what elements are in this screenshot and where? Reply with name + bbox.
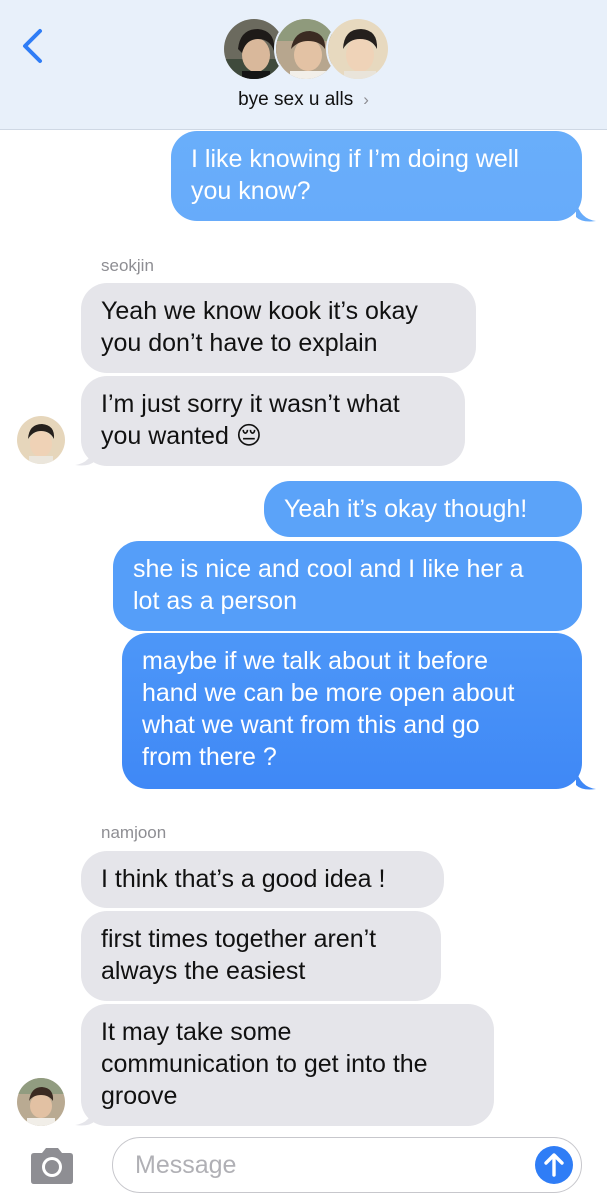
message-bubble-outgoing[interactable]: maybe if we talk about it before hand we… [122, 633, 582, 789]
arrow-up-icon [544, 1153, 564, 1177]
chat-header: bye sex u alls › [0, 0, 607, 130]
group-name[interactable]: bye sex u alls › [0, 89, 607, 111]
message-bubble-incoming[interactable]: It may take some communication to get in… [81, 1004, 494, 1126]
camera-icon[interactable] [27, 1146, 77, 1186]
group-avatars[interactable] [222, 17, 390, 83]
message-bubble-outgoing[interactable]: Yeah it’s okay though! [264, 481, 582, 537]
sender-name: seokjin [101, 256, 154, 275]
bubble-tail [576, 769, 596, 790]
chevron-right-icon: › [363, 90, 369, 109]
message-bubble-incoming[interactable]: Yeah we know kook it’s okay you don’t ha… [81, 283, 476, 373]
message-bubble-incoming[interactable]: first times together aren’t always the e… [81, 911, 441, 1001]
message-bubble-outgoing[interactable]: I like knowing if I’m doing well you kno… [171, 131, 582, 221]
message-bubble-incoming[interactable]: I’m just sorry it wasn’t what you wanted… [81, 376, 465, 466]
message-placeholder: Message [135, 1151, 237, 1179]
message-bubble-incoming[interactable]: I think that’s a good idea ! [81, 851, 444, 908]
message-input[interactable]: Message [112, 1137, 582, 1193]
bubble-tail [75, 1105, 95, 1126]
bubble-tail [75, 445, 95, 466]
avatar [326, 17, 390, 81]
sender-name: namjoon [101, 823, 167, 842]
avatar [17, 416, 65, 464]
bubble-tail [576, 201, 596, 222]
message-bubble-outgoing[interactable]: she is nice and cool and I like her a lo… [113, 541, 582, 631]
avatar [17, 1078, 65, 1126]
group-name-label: bye sex u alls [238, 89, 354, 110]
chevron-left-icon[interactable] [18, 28, 48, 64]
send-button[interactable] [535, 1146, 573, 1184]
